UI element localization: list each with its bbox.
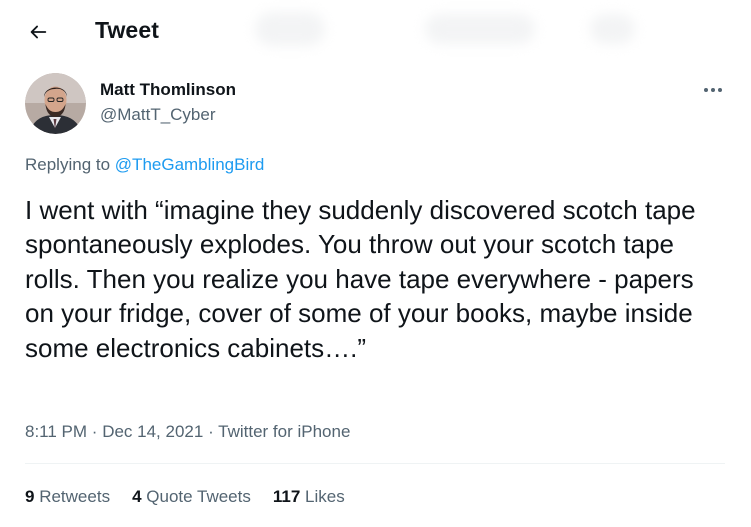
divider <box>25 463 725 464</box>
likes-stat[interactable]: 117 Likes <box>273 487 345 507</box>
author-name[interactable]: Matt Thomlinson <box>100 80 236 100</box>
arrow-left-icon <box>30 25 47 39</box>
retweets-stat[interactable]: 9 Retweets <box>25 487 110 507</box>
quote-tweets-count: 4 <box>132 487 142 506</box>
tweet-source[interactable]: Twitter for iPhone <box>218 422 350 441</box>
meta-separator: · <box>208 422 219 441</box>
quote-tweets-stat[interactable]: 4 Quote Tweets <box>132 487 251 507</box>
reply-target-link[interactable]: @TheGamblingBird <box>115 155 265 174</box>
tweet-meta: 8:11 PM · Dec 14, 2021 · Twitter for iPh… <box>25 422 350 442</box>
replying-to: Replying to @TheGamblingBird <box>25 155 264 175</box>
author-handle[interactable]: @MattT_Cyber <box>100 105 216 125</box>
likes-label: Likes <box>305 487 345 506</box>
top-bar: Tweet <box>0 0 751 62</box>
avatar[interactable] <box>25 73 86 134</box>
retweets-count: 9 <box>25 487 35 506</box>
more-options-button[interactable] <box>698 78 728 102</box>
tweet-text: I went with “imagine they suddenly disco… <box>25 195 696 363</box>
tweet-date[interactable]: Dec 14, 2021 <box>102 422 203 441</box>
tweet-time[interactable]: 8:11 PM <box>25 422 87 441</box>
likes-count: 117 <box>272 487 301 506</box>
retweets-label: Retweets <box>39 487 111 506</box>
blurred-area <box>425 14 535 44</box>
more-horizontal-icon <box>704 88 722 92</box>
replying-to-label: Replying to <box>25 155 111 174</box>
user-photo-icon <box>25 73 86 134</box>
tweet-stats: 9 Retweets 4 Quote Tweets 117 Likes <box>25 487 367 507</box>
blurred-area <box>590 14 635 44</box>
meta-separator: · <box>91 422 103 441</box>
page-title: Tweet <box>95 17 159 43</box>
blurred-area <box>255 12 325 46</box>
quote-tweets-label: Quote Tweets <box>146 487 251 506</box>
back-button[interactable] <box>20 14 56 50</box>
